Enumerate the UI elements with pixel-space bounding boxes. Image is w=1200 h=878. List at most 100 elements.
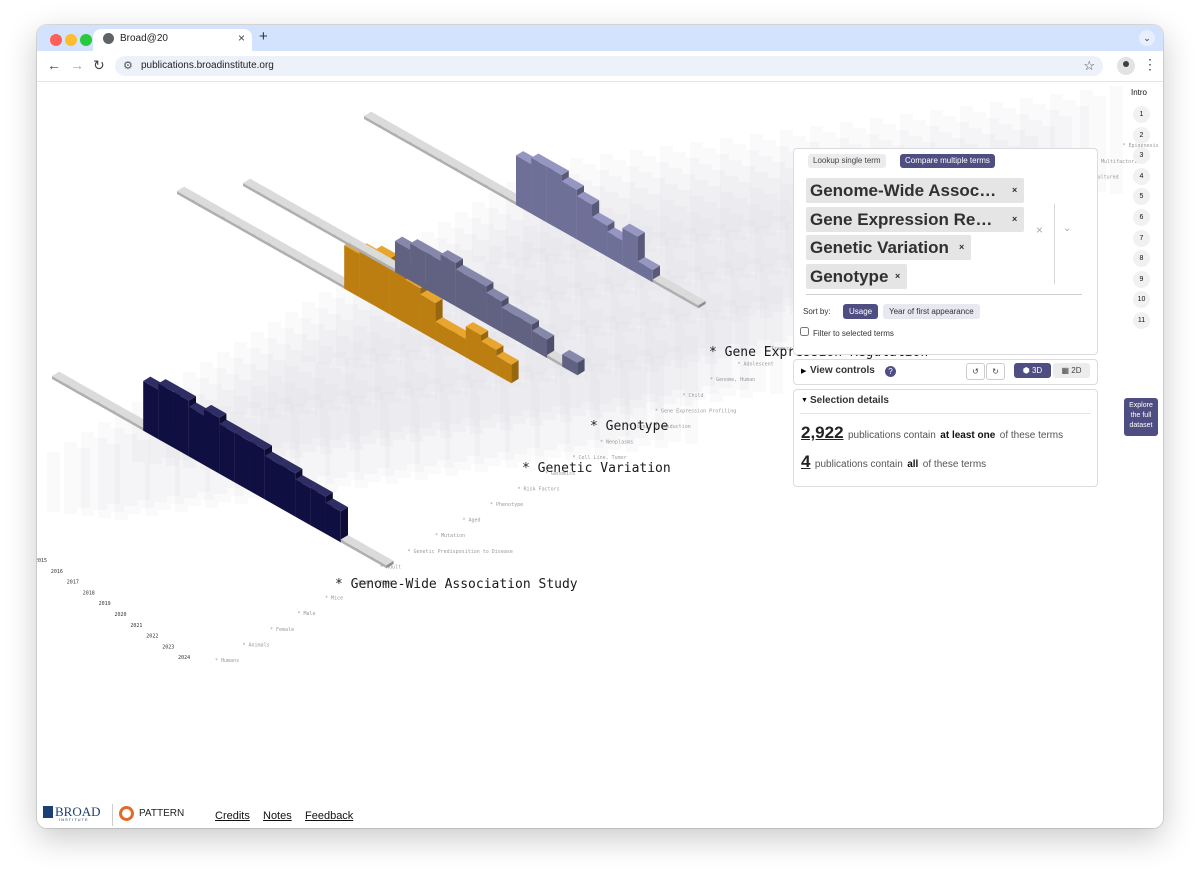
background-term-label: * Mutation <box>435 533 465 539</box>
minimize-window-button[interactable] <box>65 34 77 46</box>
new-tab-button[interactable]: + <box>259 28 268 45</box>
rotate-right-button[interactable]: ↻ <box>986 363 1005 380</box>
all-term-emphasis: all <box>907 459 919 470</box>
site-settings-icon[interactable]: ⚙ <box>123 59 133 72</box>
step-6-button[interactable]: 6 <box>1133 209 1150 226</box>
all-term-count[interactable]: 4 <box>801 452 810 471</box>
selected-terms-box[interactable]: Genome-Wide Assoc… × Gene Expression Re…… <box>806 175 1082 295</box>
clear-all-icon[interactable]: × <box>1036 223 1043 237</box>
background-term-label: * Neoplasms <box>600 440 633 446</box>
notes-link[interactable]: Notes <box>263 810 292 822</box>
sort-year-button[interactable]: Year of first appearance <box>883 304 980 319</box>
background-term-label: * Aged <box>463 518 481 524</box>
year-tick-label: 2022 <box>146 634 158 640</box>
bookmark-star-icon[interactable]: ☆ <box>1083 58 1095 74</box>
chip-remove-button[interactable]: × <box>959 235 964 260</box>
selection-details-title: Selection details <box>810 395 889 406</box>
background-bar <box>690 142 703 250</box>
tab-bar: Broad@20 × + ⌄ <box>37 25 1163 51</box>
divider <box>112 804 113 826</box>
step-9-button[interactable]: 9 <box>1133 270 1150 288</box>
pattern-logo-mark <box>119 806 134 821</box>
step-1-button[interactable]: 1 <box>1133 106 1150 123</box>
forward-icon[interactable]: → <box>70 57 84 73</box>
feedback-link[interactable]: Feedback <box>305 810 353 822</box>
tab-search-button[interactable]: ⌄ <box>1139 30 1155 46</box>
browser-tab[interactable]: Broad@20 × <box>93 29 252 51</box>
bar-front <box>280 464 296 517</box>
mode-2d-button[interactable]: ▦ 2D <box>1053 363 1090 378</box>
year-tick-label: 2024 <box>178 655 190 661</box>
menu-kebab-icon[interactable]: ⋮ <box>1143 56 1157 73</box>
tab-lookup-single-term[interactable]: Lookup single term <box>808 154 886 168</box>
explore-dataset-button[interactable]: Explore the full dataset <box>1124 398 1158 436</box>
background-bar <box>251 332 264 416</box>
background-term-label: * Male <box>298 611 316 617</box>
background-bar <box>643 156 656 252</box>
background-bar <box>750 134 763 242</box>
all-term-count-row: 4 publications contain all of these term… <box>801 452 986 472</box>
background-bar <box>302 302 315 362</box>
any-term-text: publications contain <box>848 430 936 441</box>
year-tick-label: 2018 <box>83 590 95 596</box>
step-4-button[interactable]: 4 <box>1133 167 1150 185</box>
intro-link[interactable]: Intro <box>1131 88 1147 97</box>
term-chip-gwas: Genome-Wide Assoc… × <box>806 178 1024 203</box>
close-window-button[interactable] <box>50 34 62 46</box>
bar-front <box>234 432 250 491</box>
profile-icon[interactable] <box>1117 57 1135 75</box>
caret-down-icon[interactable]: ▼ <box>801 397 808 404</box>
back-icon[interactable]: ← <box>47 57 61 73</box>
filter-checkbox[interactable] <box>800 327 809 336</box>
reload-icon[interactable]: ↻ <box>93 57 105 74</box>
divider <box>800 413 1091 414</box>
filter-label: Filter to selected terms <box>813 329 894 338</box>
institute-wordmark: INSTITUTE <box>59 817 89 822</box>
tab-compare-multiple-terms[interactable]: Compare multiple terms <box>900 154 995 168</box>
background-bar <box>673 152 686 248</box>
background-bar <box>285 312 298 420</box>
any-term-text-end: of these terms <box>999 430 1064 441</box>
background-term-label: * Child <box>683 393 704 399</box>
bar-front <box>344 245 360 298</box>
rotate-left-button[interactable]: ↺ <box>966 363 985 380</box>
chip-remove-button[interactable]: × <box>895 264 900 289</box>
background-bar <box>720 138 733 246</box>
step-11-button[interactable]: 11 <box>1133 312 1150 329</box>
step-7-button[interactable]: 7 <box>1133 229 1150 247</box>
sort-usage-button[interactable]: Usage <box>843 304 879 319</box>
zoom-window-button[interactable] <box>80 34 92 46</box>
any-term-count[interactable]: 2,922 <box>801 423 844 442</box>
chevron-down-icon[interactable]: ⌄ <box>1063 223 1071 234</box>
step-2-button[interactable]: 2 <box>1133 126 1150 144</box>
year-tick-label: 2015 <box>37 558 47 564</box>
year-tick-label: 2017 <box>67 580 79 586</box>
chip-remove-button[interactable]: × <box>1012 178 1017 203</box>
bar-front <box>204 409 220 474</box>
background-bar <box>319 292 332 364</box>
caret-right-icon: ▶ <box>801 368 807 375</box>
background-bar <box>703 148 716 244</box>
background-bar <box>733 144 746 240</box>
bar-front <box>516 155 532 214</box>
bar-front <box>219 424 235 483</box>
chip-remove-button[interactable]: × <box>1012 207 1017 232</box>
tab-close-button[interactable]: × <box>238 31 245 45</box>
mode-3d-button[interactable]: ⬢ 3D <box>1014 363 1051 378</box>
credits-link[interactable]: Credits <box>215 810 250 822</box>
background-bar <box>268 322 281 418</box>
term-chip-genotype: Genotype × <box>806 264 907 289</box>
term-chip-genetic-variation: Genetic Variation × <box>806 235 971 260</box>
background-bar <box>336 282 349 366</box>
url-field[interactable]: ⚙ publications.broadinstitute.org ☆ <box>115 56 1103 76</box>
bar-front <box>546 166 562 231</box>
chip-label: Genetic Variation <box>810 238 949 257</box>
background-term-label: * Animals <box>243 642 270 648</box>
year-tick-label: 2019 <box>99 601 111 607</box>
help-icon[interactable]: ? <box>885 366 896 377</box>
bar-front <box>249 441 265 500</box>
view-controls-panel[interactable]: ▶ View controls ? ↺ ↻ ⬢ 3D ▦ 2D <box>793 359 1098 385</box>
all-term-text: publications contain <box>814 459 903 470</box>
grid-icon: ▦ <box>1061 366 1072 375</box>
year-tick-label: 2021 <box>130 623 142 629</box>
